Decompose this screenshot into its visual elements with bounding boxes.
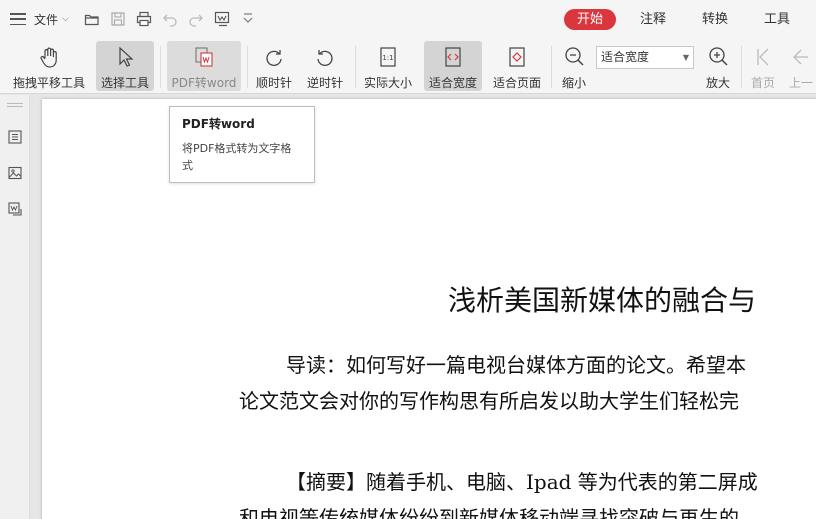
fit-page-icon [505, 43, 529, 71]
fit-width-icon [441, 43, 465, 71]
fit-page-button[interactable]: 适合页面 [489, 41, 545, 91]
redo-icon[interactable] [187, 10, 205, 28]
rotate-clockwise-button[interactable]: 顺时针 [252, 41, 296, 91]
tab-convert[interactable]: 转换 [690, 9, 740, 30]
hand-icon [37, 43, 61, 71]
fit-width-button[interactable]: 适合宽度 [424, 41, 482, 91]
zoom-out-label: 缩小 [561, 76, 586, 90]
actual-size-button[interactable]: 1:1 实际大小 [360, 41, 416, 91]
top-menu-bar: 文件 ⌵ 开始 注释 转换 工具 [0, 0, 816, 38]
select-tool-button[interactable]: 选择工具 [96, 41, 154, 91]
fit-page-label: 适合页面 [492, 76, 541, 90]
actual-size-label: 实际大小 [363, 76, 412, 90]
zoom-level-value: 适合宽度 [601, 50, 650, 64]
tooltip-title: PDF转word [182, 117, 255, 131]
customize-icon[interactable] [239, 10, 257, 28]
outline-list-icon[interactable] [5, 127, 25, 147]
ribbon-divider [355, 46, 356, 88]
first-page-label: 首页 [750, 76, 775, 90]
file-menu[interactable]: 文件 [34, 11, 58, 28]
fit-width-label: 适合宽度 [428, 76, 477, 90]
document-viewport[interactable]: 浅析美国新媒体的融合与 导读：如何写好一篇电视台媒体方面的论文。希望本 论文范文… [31, 95, 816, 519]
document-paragraph-line: 导读：如何写好一篇电视台媒体方面的论文。希望本 [286, 353, 746, 377]
hand-tool-button[interactable]: 拖拽平移工具 [8, 41, 90, 91]
tab-start[interactable]: 开始 [564, 9, 617, 30]
print-icon[interactable] [135, 10, 153, 28]
zoom-in-label: 放大 [705, 76, 730, 90]
zoom-out-button[interactable]: 缩小 [556, 41, 592, 91]
pdf-to-word-icon [192, 43, 216, 71]
document-paragraph-line: 和电视等传统媒体纷纷到新媒体移动端寻找突破与再生的 [239, 506, 739, 519]
open-folder-icon[interactable] [83, 10, 101, 28]
rotate-clockwise-label: 顺时针 [255, 76, 292, 90]
zoom-level-select[interactable]: 适合宽度 ▼ [596, 46, 694, 69]
rotate-clockwise-icon [262, 43, 286, 71]
ribbon-divider [160, 46, 161, 88]
cursor-arrow-icon [113, 43, 137, 71]
first-page-icon [751, 43, 775, 71]
ribbon-divider [247, 46, 248, 88]
tab-annotate[interactable]: 注释 [628, 9, 678, 30]
hand-tool-label: 拖拽平移工具 [12, 76, 85, 90]
document-paragraph-line: 【摘要】随着手机、电脑、Ipad 等为代表的第二屏成 [286, 470, 758, 494]
previous-page-label: 上一 [788, 76, 813, 90]
actual-size-icon: 1:1 [376, 43, 400, 71]
previous-page-icon [789, 43, 813, 71]
document-title: 浅析美国新媒体的融合与 [448, 284, 757, 317]
document-page: 浅析美国新媒体的融合与 导读：如何写好一篇电视台媒体方面的论文。希望本 论文范文… [42, 99, 816, 519]
rotate-counterclockwise-label: 逆时针 [306, 76, 343, 90]
sidebar-grip-handle[interactable] [7, 103, 23, 107]
zoom-in-button[interactable]: 放大 [700, 41, 736, 91]
convert-document-icon[interactable] [5, 199, 25, 219]
left-sidebar [0, 95, 30, 519]
rotate-counterclockwise-icon [313, 43, 337, 71]
tooltip-description: 将PDF格式转为文字格式 [182, 142, 292, 172]
ribbon-divider [551, 46, 552, 88]
save-icon[interactable] [109, 10, 127, 28]
zoom-out-icon [562, 43, 586, 71]
convert-icon[interactable] [213, 10, 231, 28]
select-tool-label: 选择工具 [100, 76, 149, 90]
undo-icon[interactable] [161, 10, 179, 28]
zoom-in-icon [706, 43, 730, 71]
pdf-to-word-label: PDF转word [171, 76, 237, 90]
hamburger-menu-icon[interactable] [10, 13, 26, 25]
tab-tools[interactable]: 工具 [752, 9, 802, 30]
thumbnail-image-icon[interactable] [5, 163, 25, 183]
pdf-to-word-tooltip: PDF转word 将PDF格式转为文字格式 [169, 106, 315, 183]
first-page-button[interactable]: 首页 [746, 41, 780, 91]
chevron-down-icon[interactable]: ⌵ [62, 14, 69, 24]
dropdown-arrow-icon[interactable]: ▼ [683, 47, 689, 68]
ribbon-divider [741, 46, 742, 88]
svg-text:1:1: 1:1 [382, 54, 393, 62]
previous-page-button[interactable]: 上一 [786, 41, 816, 91]
pdf-to-word-button[interactable]: PDF转word [167, 41, 241, 91]
document-paragraph-line: 论文范文会对你的写作构思有所启发以助大学生们轻松完 [239, 389, 739, 413]
rotate-counterclockwise-button[interactable]: 逆时针 [303, 41, 347, 91]
